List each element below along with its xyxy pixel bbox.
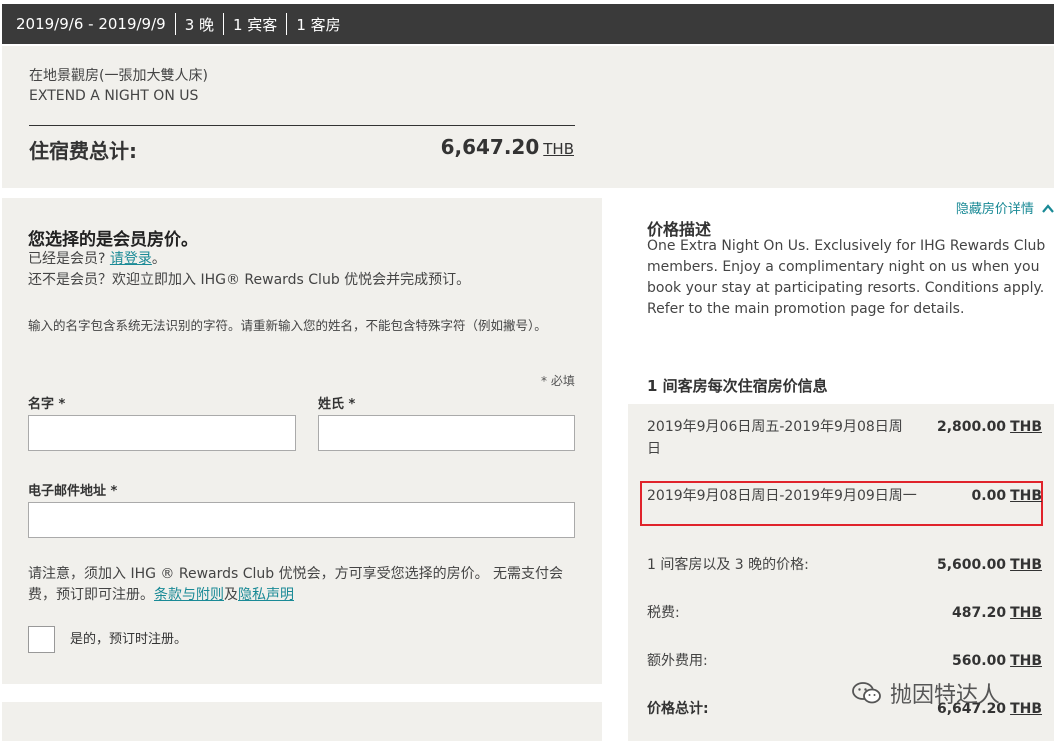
member-rate-form: 您选择的是会员房价。 已经是会员? 请登录。 还不是会员？欢迎立即加入 IHG®… (2, 198, 602, 684)
currency-link[interactable]: THB (1010, 419, 1042, 435)
watermark: 抛因特达人 (852, 677, 1000, 709)
price-description-text: One Extra Night On Us. Exclusively for I… (647, 238, 1046, 317)
currency-link[interactable]: THB (543, 140, 574, 158)
chevron-up-icon (1042, 204, 1054, 213)
per-stay-title: 1 间客房每次住宿房价信息 (647, 377, 828, 395)
currency-link[interactable]: THB (1010, 653, 1042, 669)
login-link[interactable]: 请登录 (110, 251, 152, 267)
divider (223, 13, 224, 35)
email-input[interactable] (28, 502, 575, 538)
price-row-value: 5,600.00 THB (936, 557, 1042, 573)
room-name: 在地景觀房(一張加大雙人床) (29, 68, 208, 84)
price-row: 2019年9月06日周五-2019年9月08日周日 2,800.00 THB (647, 416, 1042, 460)
divider (286, 13, 288, 35)
price-details-panel: 隐藏房价详情 价格描述 One Extra Night On Us. Exclu… (628, 198, 1054, 741)
room-info: 在地景觀房(一張加大雙人床) EXTEND A NIGHT ON US (29, 66, 208, 106)
privacy-link[interactable]: 隐私声明 (238, 587, 294, 603)
enroll-checkbox[interactable] (28, 626, 55, 653)
rate-name: EXTEND A NIGHT ON US (29, 88, 199, 104)
required-note: * 必填 (541, 374, 575, 388)
stay-summary-bar: 2019/9/6 - 2019/9/9 3 晚 1 宾客 1 客房 (2, 4, 1054, 44)
wechat-icon (852, 682, 881, 704)
stay-rooms: 1 客房 (296, 15, 341, 34)
terms-link[interactable]: 条款与附则 (154, 587, 224, 603)
price-row-label: 2019年9月06日周五-2019年9月08日周日 (647, 419, 903, 457)
price-row-label: 2019年9月08日周日-2019年9月09日周一 (647, 488, 917, 504)
last-name-label: 姓氏 * (318, 397, 356, 412)
total-label: 住宿费总计: (29, 139, 137, 163)
hide-price-details-link[interactable]: 隐藏房价详情 (956, 198, 1054, 217)
price-row-value: 2,800.00 THB (936, 419, 1042, 435)
currency-link[interactable]: THB (1010, 488, 1042, 504)
membership-notice: 请注意，须加入 IHG ® Rewards Club 优悦会，方可享受您选择的房… (28, 566, 564, 603)
member-rate-title: 您选择的是会员房价。 (28, 230, 198, 250)
price-row-label: 1 间客房以及 3 晚的价格: (647, 557, 809, 573)
stay-dates: 2019/9/6 - 2019/9/9 (16, 15, 166, 33)
total-amount: 6,647.20 (440, 135, 540, 159)
first-name-input[interactable] (28, 415, 296, 451)
price-row: 2019年9月08日周日-2019年9月09日周一 0.00 THB (647, 485, 1042, 529)
enroll-checkbox-label: 是的，预订时注册。 (70, 632, 188, 647)
currency-link[interactable]: THB (1010, 605, 1042, 621)
currency-link[interactable]: THB (1010, 557, 1042, 573)
stay-guests: 1 宾客 (233, 15, 278, 34)
total-value: 6,647.20 THB (441, 135, 574, 159)
divider (174, 13, 176, 35)
divider (29, 125, 575, 126)
next-section-panel (2, 702, 602, 741)
price-row-label: 价格总计: (647, 701, 709, 717)
name-warning: 输入的名字包含系统无法识别的字符。请重新输入您的姓名，不能包含特殊字符（例如撇号… (28, 318, 547, 333)
price-row-label: 税费: (647, 605, 680, 621)
email-label: 电子邮件地址 * (28, 484, 118, 499)
price-row-value: 560.00 THB (952, 653, 1042, 669)
stay-nights: 3 晚 (184, 15, 214, 34)
last-name-input[interactable] (318, 415, 575, 451)
first-name-label: 名字 * (28, 397, 66, 412)
already-member-line: 已经是会员? 请登录。 (28, 251, 166, 267)
currency-link[interactable]: THB (1010, 701, 1042, 717)
price-row-value: 0.00 THB (971, 488, 1042, 504)
join-text: 还不是会员？欢迎立即加入 IHG® Rewards Club 优悦会并完成预订。 (28, 272, 471, 288)
price-row-value: 487.20 THB (952, 605, 1042, 621)
booking-summary: 在地景觀房(一張加大雙人床) EXTEND A NIGHT ON US 住宿费总… (2, 46, 1054, 188)
price-row-label: 额外费用: (647, 653, 708, 669)
